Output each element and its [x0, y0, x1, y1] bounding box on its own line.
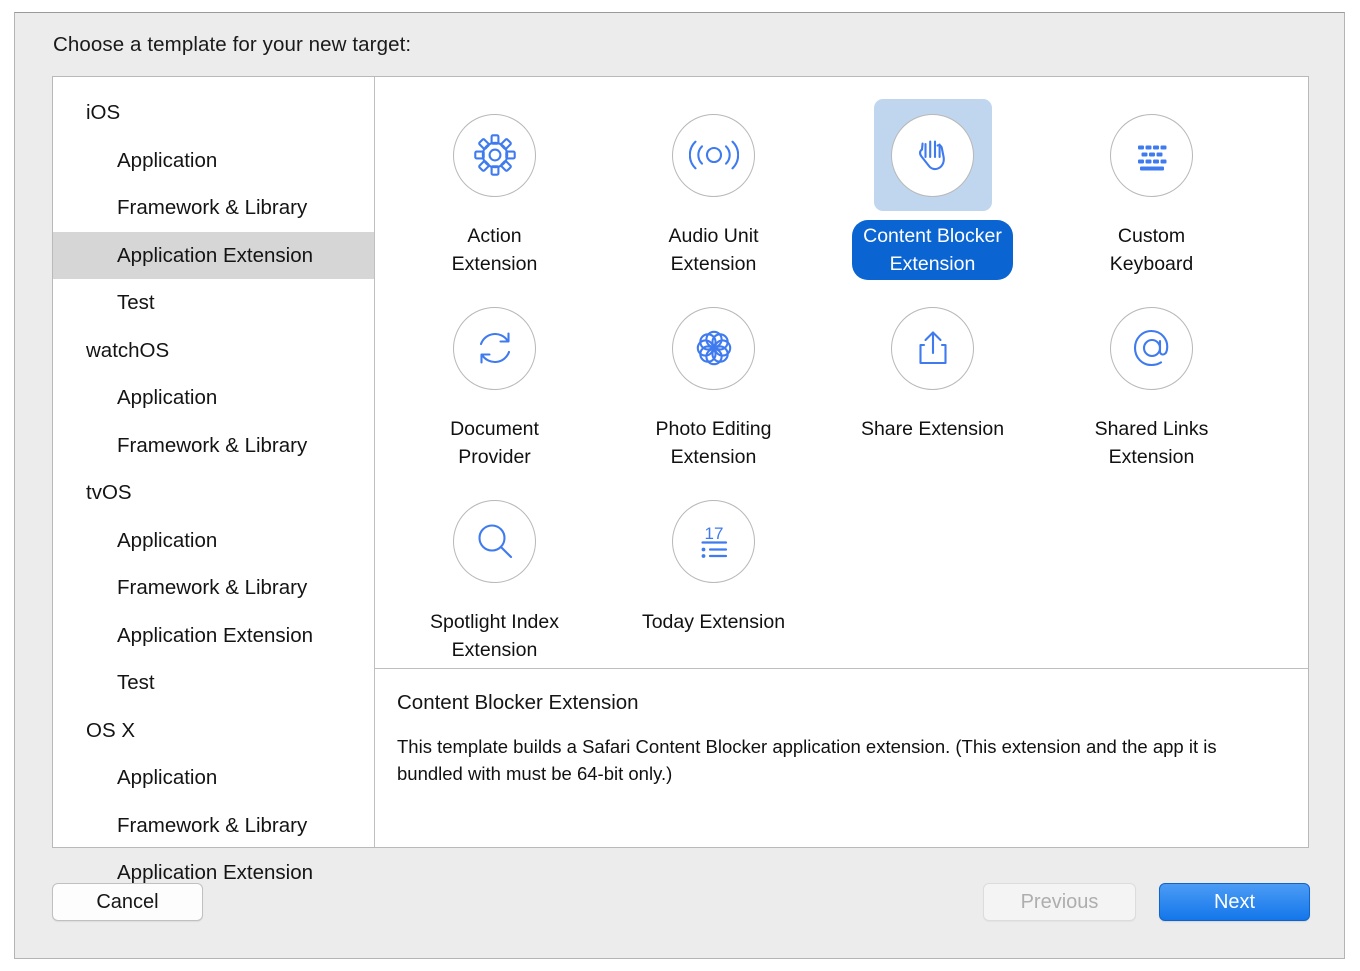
template-description-panel: Content Blocker Extension This template … — [375, 669, 1308, 847]
template-tile-shared-links-extension[interactable]: Shared LinksExtension — [1042, 292, 1261, 485]
sidebar-item-application[interactable]: Application — [53, 517, 374, 565]
sidebar-item-ios[interactable]: iOS — [53, 89, 374, 137]
sidebar-item-application-extension[interactable]: Application Extension — [53, 232, 374, 280]
template-tile-label: Today Extension — [631, 606, 796, 638]
page-title: Choose a template for your new target: — [53, 33, 411, 57]
template-tile-audio-unit-extension[interactable]: Audio UnitExtension — [604, 99, 823, 292]
template-tile-share-extension[interactable]: Share Extension — [823, 292, 1042, 485]
at-sign-icon — [1110, 307, 1193, 390]
template-row: ActionExtension Audio UnitExtension Conten… — [385, 99, 1298, 292]
sidebar-item-tvos[interactable]: tvOS — [53, 469, 374, 517]
template-tile-content-blocker-extension[interactable]: Content BlockerExtension — [823, 99, 1042, 292]
cancel-button[interactable]: Cancel — [52, 883, 203, 921]
sidebar-item-framework-library[interactable]: Framework & Library — [53, 422, 374, 470]
template-row: Spotlight IndexExtension 17 Today Extensio… — [385, 485, 1298, 669]
template-icon-container — [1093, 99, 1211, 211]
template-icon-container: 17 — [655, 485, 773, 597]
sidebar-item-application[interactable]: Application — [53, 137, 374, 185]
template-tile-photo-editing-extension[interactable]: Photo EditingExtension — [604, 292, 823, 485]
template-tile-spotlight-index-extension[interactable]: Spotlight IndexExtension — [385, 485, 604, 669]
keyboard-icon — [1110, 114, 1193, 197]
template-tile-label: Content BlockerExtension — [852, 220, 1013, 280]
flower-aperture-icon — [672, 307, 755, 390]
template-tile-custom-keyboard[interactable]: CustomKeyboard — [1042, 99, 1261, 292]
sidebar-item-framework-library[interactable]: Framework & Library — [53, 184, 374, 232]
gear-icon — [453, 114, 536, 197]
template-icon-container — [655, 292, 773, 404]
template-icon-container — [874, 292, 992, 404]
sidebar-item-test[interactable]: Test — [53, 279, 374, 327]
calendar-list-icon: 17 — [672, 500, 755, 583]
template-icon-container — [436, 292, 554, 404]
template-grid[interactable]: ActionExtension Audio UnitExtension Conten… — [375, 77, 1308, 669]
template-icon-container — [655, 99, 773, 211]
audio-waves-icon — [672, 114, 755, 197]
svg-text:17: 17 — [704, 524, 723, 543]
template-tile-document-provider[interactable]: DocumentProvider — [385, 292, 604, 485]
description-body: This template builds a Safari Content Bl… — [397, 733, 1278, 787]
platform-category-sidebar[interactable]: iOSApplicationFramework & LibraryApplica… — [53, 77, 375, 847]
template-grid-pane: ActionExtension Audio UnitExtension Conten… — [375, 77, 1308, 847]
template-row: DocumentProvider Photo EditingExtension Sh… — [385, 292, 1298, 485]
new-target-template-sheet: Choose a template for your new target: i… — [14, 12, 1345, 959]
sidebar-item-application[interactable]: Application — [53, 374, 374, 422]
refresh-circle-icon — [453, 307, 536, 390]
template-tile-label: DocumentProvider — [439, 413, 550, 473]
sidebar-item-test[interactable]: Test — [53, 659, 374, 707]
template-tile-today-extension[interactable]: 17 Today Extension — [604, 485, 823, 669]
template-tile-label: ActionExtension — [441, 220, 549, 280]
description-title: Content Blocker Extension — [397, 691, 1278, 715]
template-tile-label: Share Extension — [850, 413, 1015, 445]
template-icon-container — [874, 99, 992, 211]
next-button[interactable]: Next — [1159, 883, 1310, 921]
template-icon-container — [436, 99, 554, 211]
template-tile-action-extension[interactable]: ActionExtension — [385, 99, 604, 292]
magnifier-icon — [453, 500, 536, 583]
template-icon-container — [1093, 292, 1211, 404]
template-tile-label: Shared LinksExtension — [1084, 413, 1220, 473]
sidebar-item-framework-library[interactable]: Framework & Library — [53, 802, 374, 850]
template-icon-container — [436, 485, 554, 597]
template-chooser-panel: iOSApplicationFramework & LibraryApplica… — [52, 76, 1309, 848]
template-tile-label: Photo EditingExtension — [644, 413, 782, 473]
template-tile-label: Spotlight IndexExtension — [419, 606, 570, 666]
sidebar-item-application[interactable]: Application — [53, 754, 374, 802]
sidebar-item-watchos[interactable]: watchOS — [53, 327, 374, 375]
hand-icon — [891, 114, 974, 197]
sidebar-item-os-x[interactable]: OS X — [53, 707, 374, 755]
sidebar-item-application-extension[interactable]: Application Extension — [53, 612, 374, 660]
template-tile-label: Audio UnitExtension — [658, 220, 770, 280]
template-tile-label: CustomKeyboard — [1099, 220, 1204, 280]
sidebar-item-framework-library[interactable]: Framework & Library — [53, 564, 374, 612]
previous-button[interactable]: Previous — [983, 883, 1136, 921]
share-box-arrow-up-icon — [891, 307, 974, 390]
